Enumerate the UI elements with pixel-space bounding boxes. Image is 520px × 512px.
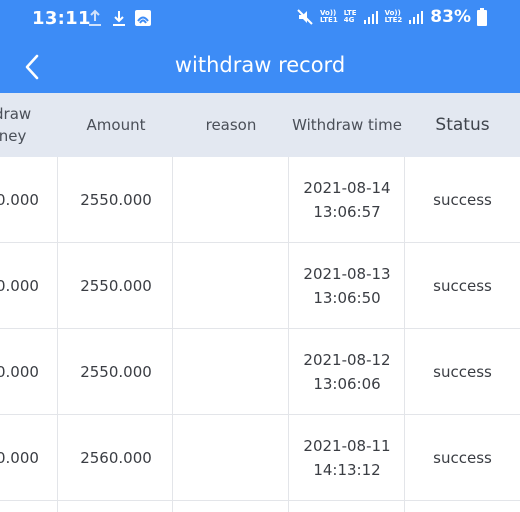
signal-icon <box>409 11 424 24</box>
cell-amount: 2560.000 <box>80 448 152 467</box>
cell-status: success <box>433 276 492 295</box>
cell-withdraw-money: 0.000 <box>0 276 39 295</box>
image-icon <box>135 10 151 26</box>
header-reason: reason <box>205 116 257 134</box>
header-status: Status <box>435 115 490 135</box>
cell-withdraw-time: 2021-08-11 14:13:12 <box>303 436 391 479</box>
download-icon <box>113 11 125 26</box>
signal-icon <box>363 11 378 24</box>
battery-percent: 83% <box>430 7 471 27</box>
header-withdraw-time: Withdraw time <box>292 116 402 134</box>
table-row: 0.000 2550.000 2021-08-13 13:06:50 succes… <box>0 243 520 329</box>
cell-withdraw-money: 0.000 <box>0 448 39 467</box>
header-withdraw-money: drawney <box>0 105 32 145</box>
battery-icon <box>477 8 487 26</box>
table-row: 0.000 2560.000 2021-08-11 14:13:12 succes… <box>0 415 520 501</box>
app-bar: withdraw record <box>0 40 520 93</box>
mute-icon <box>297 9 313 25</box>
column-divider <box>172 157 173 512</box>
cell-amount: 2550.000 <box>80 190 152 209</box>
column-divider <box>404 157 405 512</box>
cell-withdraw-money: 0.000 <box>0 362 39 381</box>
cell-withdraw-time: 2021-08-12 13:06:06 <box>303 350 391 393</box>
status-time: 13:11 <box>32 8 91 29</box>
page-title: withdraw record <box>174 53 346 77</box>
cell-amount: 2550.000 <box>80 362 152 381</box>
cell-reason <box>173 243 289 328</box>
cell-withdraw-time: 2021-08-14 13:06:57 <box>303 178 391 221</box>
cell-reason <box>173 329 289 414</box>
cell-status: success <box>433 448 492 467</box>
cell-withdraw-money: 0.000 <box>0 190 39 209</box>
withdraw-table: drawney Amount reason Withdraw time Stat… <box>0 93 520 501</box>
table-row: 0.000 2550.000 2021-08-12 13:06:06 succes… <box>0 329 520 415</box>
upload-icon <box>89 9 101 26</box>
status-bar: 13:11 Vo)) LTE1 LTE 4G Vo)) LTE2 83% <box>0 0 520 40</box>
volte1-indicator: Vo)) LTE1 <box>319 9 338 24</box>
cell-amount: 2550.000 <box>80 276 152 295</box>
column-divider <box>288 157 289 512</box>
cell-reason <box>173 157 289 242</box>
volte2-indicator: Vo)) LTE2 <box>384 9 403 24</box>
table-row: 0.000 2550.000 2021-08-14 13:06:57 succes… <box>0 157 520 243</box>
cell-withdraw-time: 2021-08-13 13:06:50 <box>303 264 391 307</box>
table-header: drawney Amount reason Withdraw time Stat… <box>0 93 520 157</box>
cell-status: success <box>433 362 492 381</box>
cell-status: success <box>433 190 492 209</box>
header-amount: Amount <box>86 116 146 134</box>
cell-reason <box>173 415 289 500</box>
lte-indicator: LTE 4G <box>343 9 357 24</box>
column-divider <box>57 157 58 512</box>
status-right: Vo)) LTE1 LTE 4G Vo)) LTE2 83% <box>296 7 487 27</box>
